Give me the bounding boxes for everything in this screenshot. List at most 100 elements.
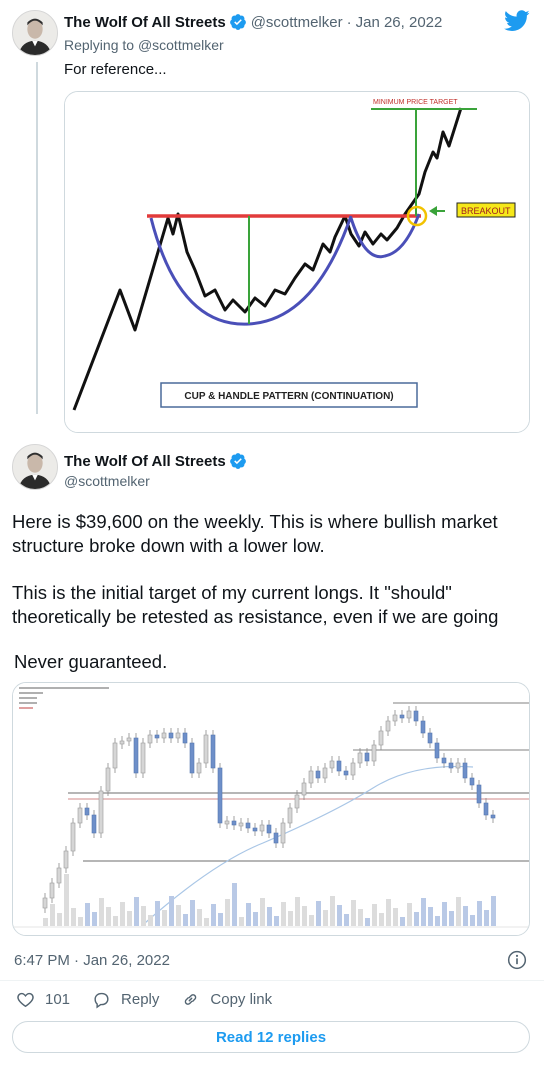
tweet-paragraph-3: Never guaranteed. (14, 651, 168, 672)
reply-button[interactable]: Reply (92, 990, 159, 1009)
volume-bar (477, 901, 482, 926)
volume-bar (491, 896, 496, 926)
volume-bar (302, 906, 307, 926)
verified-badge-icon (229, 14, 246, 30)
candle (490, 814, 496, 819)
volume-bar (155, 901, 160, 926)
candle (315, 770, 321, 779)
volume-bar (50, 904, 55, 926)
candle (126, 737, 132, 742)
candle (476, 784, 482, 804)
volume-bar (358, 909, 363, 926)
volume-bar (267, 907, 272, 926)
volume-bar (239, 917, 244, 926)
breakout-label: BREAKOUT (461, 206, 511, 216)
candle (329, 760, 335, 769)
tweet-timestamp[interactable]: 6:47 PM · Jan 26, 2022 (14, 952, 170, 969)
candle (455, 762, 461, 769)
main-tweet-header: The Wolf Of All Streets (64, 452, 247, 470)
cup-handle-image[interactable]: MINIMUM PRICE TARGET BREAKOUT CUP & HAND… (64, 91, 530, 433)
volume-bar (169, 896, 174, 926)
candle (273, 832, 279, 844)
replying-prefix: Replying to (64, 37, 135, 53)
volume-bar (295, 897, 300, 926)
candle (385, 720, 391, 732)
candle (147, 734, 153, 744)
volume-bar (435, 916, 440, 926)
candle (77, 807, 83, 824)
candle (119, 740, 125, 745)
volume-bar (218, 913, 223, 926)
volume-bar (442, 902, 447, 926)
candle (364, 752, 370, 762)
volume-bar (393, 908, 398, 926)
like-button[interactable]: 101 (16, 990, 70, 1009)
candle (266, 824, 272, 834)
replying-mention[interactable]: @scottmelker (138, 37, 224, 53)
candle (294, 794, 300, 809)
avatar[interactable] (12, 10, 58, 56)
volume-bar (43, 918, 48, 926)
tweet-paragraph-1: Here is $39,600 on the weekly. This is w… (12, 511, 498, 556)
display-name[interactable]: The Wolf Of All Streets (64, 453, 226, 470)
volume-bar (316, 901, 321, 926)
verified-badge-icon (229, 453, 246, 469)
handle[interactable]: @scottmelker (64, 473, 150, 489)
replying-to: Replying to @scottmelker (64, 37, 224, 53)
volume-bar (106, 907, 111, 926)
candle (420, 720, 426, 734)
weekly-chart-image[interactable] (12, 682, 530, 936)
volume-bar (372, 904, 377, 926)
link-icon (185, 994, 197, 1005)
candle (357, 752, 363, 764)
volume-bar (428, 907, 433, 926)
volume-bar (57, 913, 62, 926)
divider (0, 980, 544, 981)
tweet-paragraph-2: This is the initial target of my current… (12, 582, 499, 627)
volume-bar (113, 916, 118, 926)
volume-bar (190, 900, 195, 926)
read-replies-button[interactable]: Read 12 replies (12, 1021, 530, 1053)
heart-icon (17, 992, 34, 1008)
candle (259, 824, 265, 832)
copy-link-button[interactable]: Copy link (181, 990, 272, 1009)
volume-bar (120, 902, 125, 926)
separator-dot: · (346, 13, 352, 31)
info-icon[interactable] (507, 950, 527, 970)
volume-bar (484, 910, 489, 926)
volume-bar (274, 916, 279, 926)
candle (231, 820, 237, 826)
candle (56, 867, 62, 884)
candle (336, 760, 342, 772)
avatar[interactable] (12, 444, 58, 490)
reply-tweet-header: The Wolf Of All Streets @scottmelker · J… (64, 13, 442, 31)
thread-connector-line (36, 62, 38, 414)
copy-link-label: Copy link (210, 991, 273, 1008)
handle[interactable]: @scottmelker (251, 14, 343, 31)
volume-bar (379, 913, 384, 926)
candle (224, 820, 230, 825)
volume-bar (134, 897, 139, 926)
volume-bar (225, 899, 230, 926)
volume-bar (85, 903, 90, 926)
volume-bar (260, 898, 265, 926)
volume-bar (71, 908, 76, 926)
volume-bar (288, 911, 293, 926)
candle (469, 777, 475, 786)
reply-bubble-icon (94, 992, 109, 1009)
volume-bar (197, 909, 202, 926)
volume-bar (344, 914, 349, 926)
candle (189, 742, 195, 774)
candle (252, 827, 258, 832)
volume-bar (414, 912, 419, 926)
candle (161, 732, 167, 739)
like-count: 101 (45, 991, 71, 1008)
display-name[interactable]: The Wolf Of All Streets (64, 14, 226, 31)
candle (217, 767, 223, 824)
volume-bar (78, 917, 83, 926)
tweet-date[interactable]: Jan 26, 2022 (356, 14, 443, 31)
candle (133, 737, 139, 774)
candle (112, 742, 118, 769)
candle (287, 807, 293, 824)
twitter-bird-icon[interactable] (504, 10, 530, 32)
